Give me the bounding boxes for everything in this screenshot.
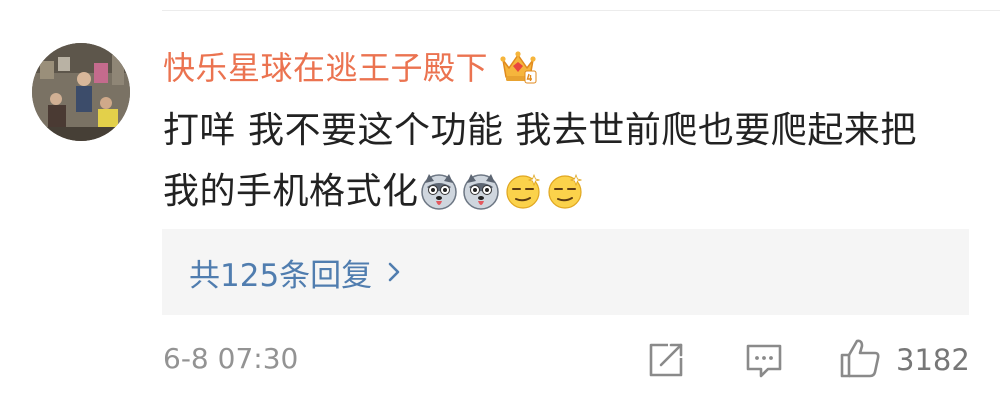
thumbs-up-icon bbox=[838, 336, 882, 384]
view-replies-link[interactable]: 共125条回复 bbox=[189, 229, 402, 315]
comment-line-2-text: 我的手机格式化 bbox=[163, 171, 419, 212]
timestamp: 6-8 07:30 bbox=[163, 342, 299, 375]
husky-face-icon bbox=[419, 169, 459, 210]
husky-face-icon bbox=[461, 169, 501, 210]
smirk-face-icon bbox=[503, 169, 543, 209]
like-button[interactable]: 3182 bbox=[838, 336, 970, 384]
comment-icon bbox=[744, 344, 784, 384]
comment-line-2: 我的手机格式化 bbox=[163, 161, 983, 222]
repost-button[interactable] bbox=[646, 340, 686, 384]
comment-card: 快乐星球在逃王子殿下 打咩 我不要这个功能 我去世前爬也要爬起来把 我的手机格式… bbox=[0, 0, 1000, 400]
username[interactable]: 快乐星球在逃王子殿下 bbox=[163, 43, 488, 89]
emoji-row bbox=[419, 169, 587, 210]
comment-text: 打咩 我不要这个功能 我去世前爬也要爬起来把 我的手机格式化 bbox=[163, 100, 983, 222]
smirk-face-icon bbox=[545, 169, 585, 209]
divider bbox=[162, 10, 1000, 11]
chevron-right-icon bbox=[386, 260, 402, 284]
like-count: 3182 bbox=[896, 343, 970, 377]
username-row: 快乐星球在逃王子殿下 bbox=[163, 40, 538, 92]
repost-icon bbox=[646, 343, 686, 384]
comment-line-1: 打咩 我不要这个功能 我去世前爬也要爬起来把 bbox=[163, 110, 917, 151]
avatar[interactable] bbox=[32, 43, 130, 141]
replies-count-label: 共125条回复 bbox=[189, 257, 373, 294]
comment-button[interactable] bbox=[744, 340, 784, 384]
crown-badge-icon bbox=[498, 46, 538, 86]
replies-box: 共125条回复 bbox=[162, 229, 969, 315]
